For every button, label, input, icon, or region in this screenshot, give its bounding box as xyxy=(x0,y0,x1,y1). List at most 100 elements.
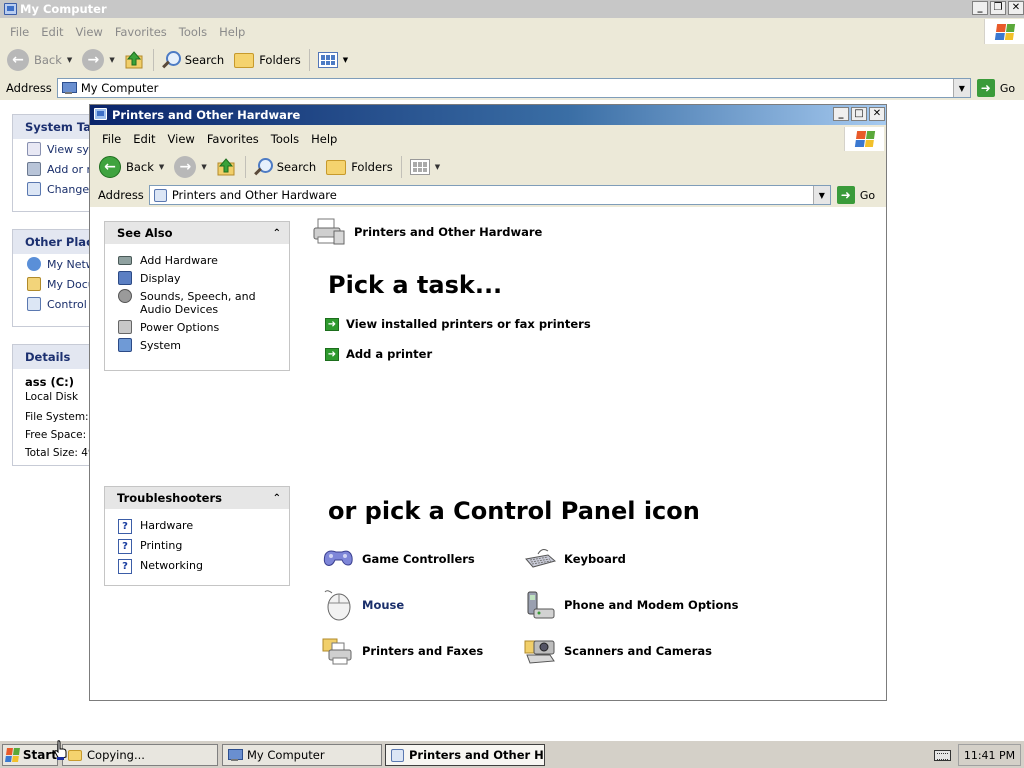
task-add-printer[interactable]: ➜ Add a printer xyxy=(325,347,432,361)
menu-favorites[interactable]: Favorites xyxy=(201,132,265,146)
other-place-item[interactable]: My Docu xyxy=(13,274,89,294)
cp-printers-faxes[interactable]: Printers and Faxes xyxy=(322,635,483,667)
cp-phone-modem[interactable]: Phone and Modem Options xyxy=(524,589,738,621)
back-arrow-icon: ← xyxy=(99,156,121,178)
views-button[interactable]: ▼ xyxy=(405,155,445,179)
change-setting-icon xyxy=(27,182,41,196)
total-size: Total Size: 49 xyxy=(25,447,90,459)
task-view-printers[interactable]: ➜ View installed printers or fax printer… xyxy=(325,317,591,331)
task-arrow-icon: ➜ xyxy=(325,347,339,361)
menu-view[interactable]: View xyxy=(162,132,201,146)
other-places-panel: Other Place My Netw My Docu Control P xyxy=(12,229,90,327)
computer-icon xyxy=(61,81,77,95)
my-computer-address-bar: Address My Computer ▼ ➜ Go xyxy=(1,78,1015,98)
taskbar-button-copying[interactable]: Copying... xyxy=(62,744,218,766)
search-icon xyxy=(254,158,273,176)
system-task-item[interactable]: Change xyxy=(13,179,89,199)
system-task-item[interactable]: View sys xyxy=(13,139,89,159)
troubleshooters-header[interactable]: Troubleshooters ⌃ xyxy=(105,487,289,509)
menu-view[interactable]: View xyxy=(70,25,109,39)
cp-mouse[interactable]: Mouse xyxy=(322,589,404,621)
minimize-button[interactable]: _ xyxy=(972,1,988,15)
system-task-label: Change xyxy=(47,182,90,196)
other-places-title[interactable]: Other Place xyxy=(13,230,89,254)
search-button[interactable]: Search xyxy=(157,48,230,72)
cp-label: Printers and Faxes xyxy=(362,644,484,658)
see-also-item-power[interactable]: Power Options xyxy=(105,319,289,337)
minimize-button[interactable]: _ xyxy=(833,107,849,121)
see-also-header[interactable]: See Also ⌃ xyxy=(105,222,289,244)
forward-arrow-icon: → xyxy=(174,156,197,178)
taskbar-button-my-computer[interactable]: My Computer xyxy=(222,744,382,766)
address-field[interactable]: Printers and Other Hardware ▼ xyxy=(148,185,831,205)
printers-faxes-icon xyxy=(322,635,354,667)
my-computer-title-bar[interactable]: My Computer _ ❐ ✕ xyxy=(0,0,1024,18)
close-button[interactable]: ✕ xyxy=(869,107,885,121)
menu-file[interactable]: File xyxy=(4,25,35,39)
see-also-item-system[interactable]: System xyxy=(105,337,289,355)
menu-help[interactable]: Help xyxy=(305,132,343,146)
taskbar: Start Copying... My Computer Printers an… xyxy=(0,740,1024,768)
cp-label: Keyboard xyxy=(564,552,626,566)
troubleshooter-item-printing[interactable]: ? Printing xyxy=(105,537,289,557)
menu-edit[interactable]: Edit xyxy=(127,132,161,146)
details-title[interactable]: Details xyxy=(13,345,89,369)
troubleshooter-item-networking[interactable]: ? Networking xyxy=(105,557,289,577)
address-dropdown-button[interactable]: ▼ xyxy=(812,186,830,204)
toolbar-separator xyxy=(400,156,402,178)
troubleshooters-panel: Troubleshooters ⌃ ? Hardware ? Printing … xyxy=(104,486,290,586)
folders-button[interactable]: Folders xyxy=(321,155,398,179)
other-place-item[interactable]: My Netw xyxy=(13,254,89,274)
caption-buttons: _ □ ✕ xyxy=(833,107,885,121)
see-also-label: System xyxy=(140,339,182,352)
go-button[interactable]: ➜ Go xyxy=(836,186,875,204)
keyboard-tray-icon[interactable] xyxy=(934,750,951,761)
cp-scanners-cameras[interactable]: Scanners and Cameras xyxy=(524,635,712,667)
collapse-chevron-icon[interactable]: ⌃ xyxy=(273,493,281,504)
taskbar-button-printers[interactable]: Printers and Other Ha... xyxy=(385,744,545,766)
see-also-item-sounds[interactable]: Sounds, Speech, and Audio Devices xyxy=(105,288,289,319)
system-task-item[interactable]: Add or r xyxy=(13,159,89,179)
menu-tools[interactable]: Tools xyxy=(265,132,305,146)
up-button[interactable] xyxy=(120,48,150,72)
maximize-button[interactable]: ❐ xyxy=(990,1,1006,15)
menu-favorites[interactable]: Favorites xyxy=(109,25,173,39)
menu-edit[interactable]: Edit xyxy=(35,25,69,39)
close-button[interactable]: ✕ xyxy=(1008,1,1024,15)
menu-tools[interactable]: Tools xyxy=(173,25,213,39)
menu-help[interactable]: Help xyxy=(213,25,251,39)
folders-button[interactable]: Folders xyxy=(229,48,306,72)
see-also-title: See Also xyxy=(117,226,173,240)
see-also-item-add-hardware[interactable]: Add Hardware xyxy=(105,252,289,270)
printers-hardware-window: Printers and Other Hardware _ □ ✕ File E… xyxy=(89,104,887,701)
collapse-chevron-icon[interactable]: ⌃ xyxy=(273,228,281,239)
menu-file[interactable]: File xyxy=(96,132,127,146)
control-panel-icon xyxy=(391,748,404,762)
help-icon: ? xyxy=(118,519,132,534)
printers-hardware-title-bar[interactable]: Printers and Other Hardware _ □ ✕ xyxy=(90,105,886,125)
search-button[interactable]: Search xyxy=(249,155,322,179)
troubleshooter-item-hardware[interactable]: ? Hardware xyxy=(105,517,289,537)
up-button[interactable] xyxy=(212,155,242,179)
back-button[interactable]: ← Back ▼ xyxy=(94,155,169,179)
see-also-item-display[interactable]: Display xyxy=(105,270,289,288)
start-button[interactable]: Start xyxy=(2,744,58,766)
forward-button[interactable]: → ▼ xyxy=(77,48,119,72)
see-also-panel: See Also ⌃ Add Hardware Display Sounds, … xyxy=(104,221,290,371)
go-button[interactable]: ➜ Go xyxy=(976,79,1015,97)
control-panel-icon xyxy=(94,108,107,120)
maximize-button[interactable]: □ xyxy=(851,107,867,121)
back-button[interactable]: ← Back ▼ xyxy=(2,48,77,72)
other-place-item[interactable]: Control P xyxy=(13,294,89,314)
cp-game-controllers[interactable]: Game Controllers xyxy=(322,543,475,575)
printer-hardware-icon xyxy=(312,217,346,247)
address-field[interactable]: My Computer ▼ xyxy=(56,78,971,98)
address-dropdown-button[interactable]: ▼ xyxy=(952,79,970,97)
clock[interactable]: 11:41 PM xyxy=(964,749,1015,762)
forward-button[interactable]: → ▼ xyxy=(169,155,211,179)
other-place-label: Control P xyxy=(47,297,89,311)
views-button[interactable]: ▼ xyxy=(313,48,353,72)
cp-keyboard[interactable]: Keyboard xyxy=(524,543,626,575)
system-tasks-title[interactable]: System Tas xyxy=(13,115,89,139)
network-globe-icon xyxy=(27,257,41,271)
